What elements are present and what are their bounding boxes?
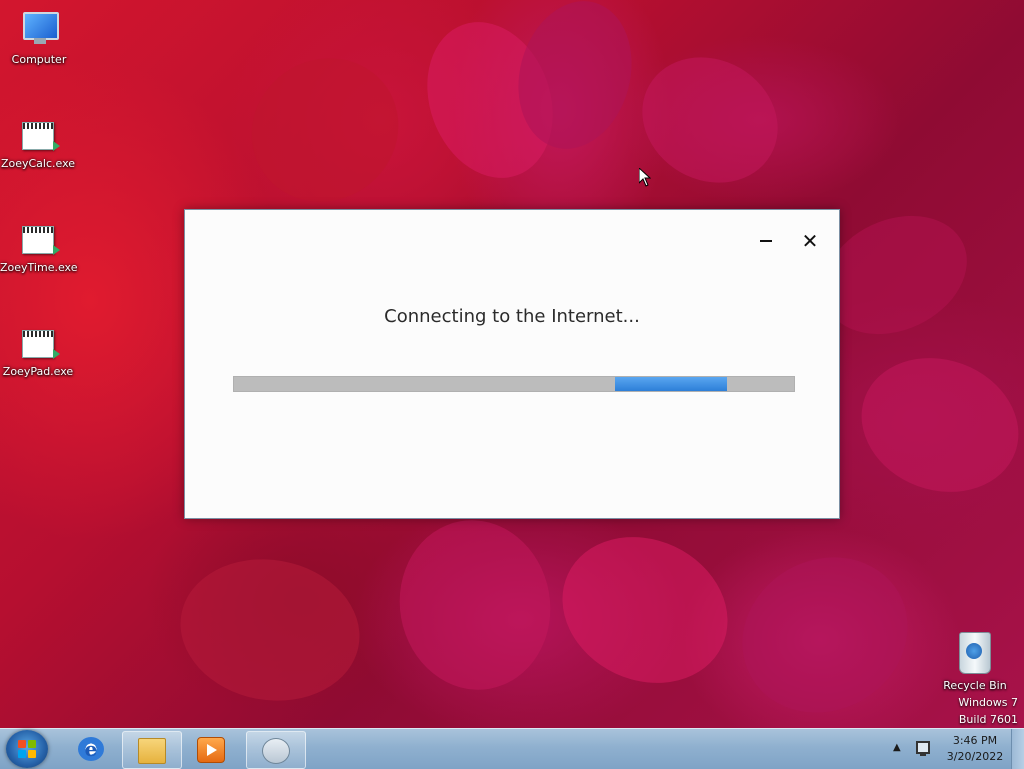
taskbar-internet-explorer[interactable]: e [62, 731, 120, 767]
wallpaper-petal [169, 545, 371, 715]
os-watermark: Windows 7 Build 7601 [958, 694, 1018, 728]
minimize-icon [760, 240, 772, 242]
taskbar-media-player[interactable] [182, 731, 240, 767]
clock-date: 3/20/2022 [946, 750, 1004, 763]
network-icon[interactable] [914, 740, 930, 756]
executable-icon [22, 330, 60, 359]
desktop-icon-label: ZoeyTime.exe [0, 261, 78, 274]
system-clock[interactable]: 3:46 PM 3/20/2022 [938, 733, 1012, 765]
desktop-icon-zoeypad[interactable]: ZoeyPad.exe [0, 330, 76, 378]
executable-icon [22, 122, 60, 151]
show-desktop-button[interactable] [1011, 729, 1024, 769]
desktop-icon-label: ZoeyCalc.exe [0, 157, 76, 170]
file-explorer-icon [138, 738, 166, 764]
connecting-dialog: ✕ Connecting to the Internet... [184, 209, 840, 519]
recycle-bin-icon [959, 632, 991, 674]
dialog-message: Connecting to the Internet... [384, 306, 640, 327]
app-icon [262, 738, 290, 764]
wallpaper-petal [223, 29, 427, 231]
internet-explorer-icon: e [78, 737, 104, 761]
watermark-line: Windows 7 [958, 696, 1018, 709]
wallpaper-petal [713, 527, 937, 728]
taskbar-running-app[interactable] [246, 731, 306, 769]
desktop-icon-recycle-bin[interactable]: Recycle Bin [937, 632, 1013, 692]
computer-icon [19, 10, 59, 46]
clock-time: 3:46 PM [952, 734, 998, 747]
progress-chunk [614, 377, 727, 391]
taskbar-file-explorer[interactable] [122, 731, 182, 769]
desktop-icon-label: Computer [11, 53, 67, 66]
executable-icon [22, 226, 60, 255]
start-button[interactable] [6, 730, 48, 768]
wallpaper-petal [538, 510, 752, 710]
desktop-icon-zoeytime[interactable]: ZoeyTime.exe [0, 226, 78, 274]
show-hidden-icons-button[interactable]: ▲ [893, 742, 901, 753]
minimize-button[interactable] [755, 230, 777, 252]
close-button[interactable]: ✕ [799, 230, 821, 252]
desktop-icon-label: Recycle Bin [943, 679, 1007, 692]
wallpaper-petal [386, 508, 564, 702]
wallpaper-petal [842, 336, 1024, 514]
desktop-icon-label: ZoeyPad.exe [2, 365, 74, 378]
desktop-icon-zoeycalc[interactable]: ZoeyCalc.exe [0, 122, 76, 170]
watermark-line: Build 7601 [958, 713, 1018, 726]
close-icon: ✕ [801, 229, 819, 253]
taskbar: e ▲ 3:46 PM 3/20/2022 [0, 728, 1024, 769]
windows-start-icon [18, 740, 36, 758]
media-player-icon [197, 737, 225, 763]
desktop-icon-computer[interactable]: Computer [1, 10, 77, 66]
progress-bar [233, 376, 795, 392]
